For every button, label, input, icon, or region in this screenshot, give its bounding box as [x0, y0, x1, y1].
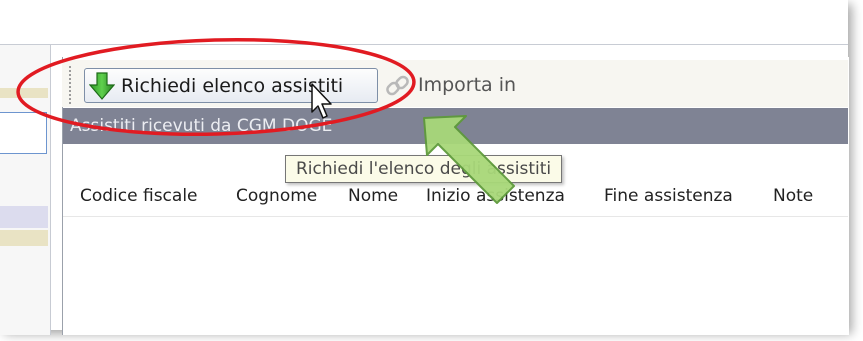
- column-nome[interactable]: Nome: [348, 186, 398, 206]
- tooltip: Richiedi l'elenco degli assistiti: [285, 155, 563, 183]
- sidebar-band: [0, 230, 48, 246]
- column-cognome[interactable]: Cognome: [236, 186, 317, 206]
- chain-link-icon[interactable]: [383, 70, 413, 102]
- column-inizio-assistenza[interactable]: Inizio assistenza: [426, 186, 565, 206]
- sidebar-band: [0, 206, 48, 228]
- column-fine-assistenza[interactable]: Fine assistenza: [604, 186, 733, 206]
- section-title: Assistiti ricevuti da CGM DOGE: [70, 116, 333, 136]
- request-list-label: Richiedi elenco assistiti: [121, 74, 344, 97]
- window-divider: [0, 44, 848, 45]
- toolbar-grip[interactable]: [69, 66, 71, 104]
- column-note[interactable]: Note: [773, 186, 813, 206]
- request-list-button[interactable]: Richiedi elenco assistiti: [84, 68, 378, 103]
- sidebar-band: [0, 88, 48, 98]
- green-down-arrow-icon: [87, 71, 117, 101]
- import-in-button[interactable]: Importa in: [418, 74, 516, 96]
- sidebar-field[interactable]: [0, 112, 47, 154]
- tooltip-text: Richiedi l'elenco degli assistiti: [296, 159, 552, 179]
- column-codice-fiscale[interactable]: Codice fiscale: [80, 186, 198, 206]
